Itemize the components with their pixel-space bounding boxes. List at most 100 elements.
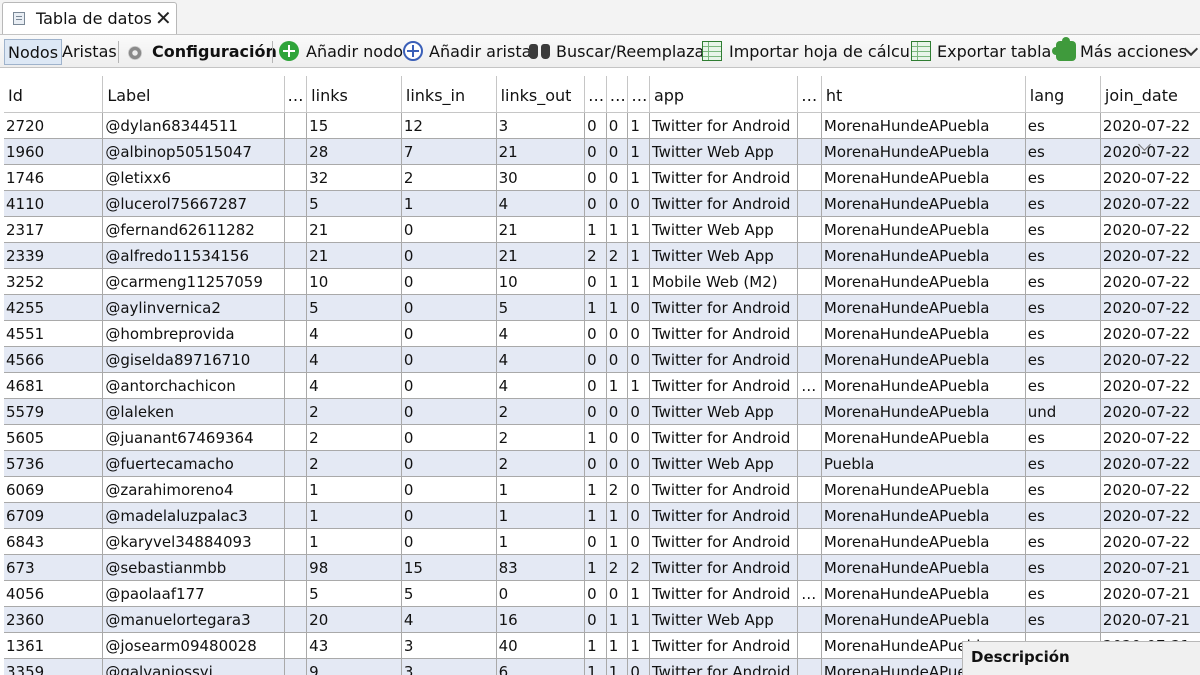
- table-cell[interactable]: @karyvel34884093: [102, 528, 285, 555]
- table-cell[interactable]: 0: [627, 190, 650, 217]
- table-cell[interactable]: @antorchachicon: [102, 372, 285, 399]
- table-cell[interactable]: 15: [401, 554, 497, 581]
- table-cell[interactable]: 0: [627, 658, 650, 675]
- table-cell[interactable]: 1: [627, 632, 650, 659]
- table-cell[interactable]: Twitter for Android: [649, 528, 799, 555]
- table-cell[interactable]: Twitter for Android: [649, 554, 799, 581]
- table-cell[interactable]: Twitter for Android: [649, 320, 799, 347]
- table-cell[interactable]: Twitter for Android: [649, 346, 799, 373]
- table-cell[interactable]: [797, 164, 822, 191]
- table-cell[interactable]: @manuelortegara3: [102, 606, 285, 633]
- table-cell[interactable]: 0: [627, 346, 650, 373]
- table-cell[interactable]: MorenaHundeAPuebla: [821, 164, 1026, 191]
- table-cell[interactable]: 1: [306, 502, 402, 529]
- table-cell[interactable]: 0: [584, 606, 607, 633]
- table-cell[interactable]: 2: [606, 476, 629, 503]
- table-cell[interactable]: [284, 424, 308, 451]
- table-cell[interactable]: …: [797, 580, 822, 607]
- table-cell[interactable]: MorenaHundeAPuebla: [821, 502, 1026, 529]
- table-cell[interactable]: 1: [627, 112, 650, 139]
- table-cell[interactable]: 1: [584, 632, 607, 659]
- table-cell[interactable]: 0: [584, 320, 607, 347]
- table-cell[interactable]: 20: [306, 606, 402, 633]
- table-cell[interactable]: 0: [584, 372, 607, 399]
- table-cell[interactable]: 28: [306, 138, 402, 165]
- table-cell[interactable]: 1: [606, 216, 629, 243]
- table-cell[interactable]: 1: [627, 138, 650, 165]
- table-cell[interactable]: MorenaHundeAPuebla: [821, 580, 1026, 607]
- table-cell[interactable]: 1: [606, 658, 629, 675]
- table-cell[interactable]: Twitter Web App: [649, 606, 799, 633]
- table-cell[interactable]: 2020-07-22: [1100, 450, 1200, 477]
- column-header[interactable]: Id: [4, 76, 104, 113]
- table-cell[interactable]: Twitter for Android: [649, 632, 799, 659]
- table-cell[interactable]: [797, 320, 822, 347]
- table-cell[interactable]: 2020-07-22: [1100, 190, 1200, 217]
- table-cell[interactable]: 0: [606, 346, 629, 373]
- table-cell[interactable]: 1: [606, 502, 629, 529]
- table-cell[interactable]: 21: [306, 242, 402, 269]
- table-cell[interactable]: 2020-07-22: [1100, 398, 1200, 425]
- table-cell[interactable]: 3: [401, 632, 497, 659]
- table-cell[interactable]: 0: [584, 398, 607, 425]
- table-cell[interactable]: 2: [306, 450, 402, 477]
- table-cell[interactable]: 0: [584, 138, 607, 165]
- table-cell[interactable]: 4551: [4, 320, 104, 347]
- table-cell[interactable]: @dylan68344511: [102, 112, 285, 139]
- table-cell[interactable]: 98: [306, 554, 402, 581]
- table-cell[interactable]: 1: [496, 476, 586, 503]
- table-cell[interactable]: 5: [496, 294, 586, 321]
- table-cell[interactable]: 0: [401, 372, 497, 399]
- table-row[interactable]: 673 @sebastianmbb 98 15 83 1 2 2 Twitter for And…: [4, 554, 1200, 581]
- close-icon[interactable]: ✕: [155, 6, 172, 30]
- table-cell[interactable]: 0: [606, 398, 629, 425]
- table-cell[interactable]: [797, 242, 822, 269]
- table-cell[interactable]: [284, 580, 308, 607]
- table-cell[interactable]: 0: [606, 112, 629, 139]
- table-cell[interactable]: 1: [306, 528, 402, 555]
- table-cell[interactable]: [797, 398, 822, 425]
- table-cell[interactable]: 3359: [4, 658, 104, 675]
- table-cell[interactable]: 0: [401, 502, 497, 529]
- table-cell[interactable]: MorenaHundeAPuebla: [821, 606, 1026, 633]
- table-cell[interactable]: 4056: [4, 580, 104, 607]
- table-cell[interactable]: 2020-07-22: [1100, 476, 1200, 503]
- column-header[interactable]: …: [284, 76, 308, 113]
- table-cell[interactable]: 0: [606, 164, 629, 191]
- table-cell[interactable]: Twitter for Android: [649, 424, 799, 451]
- table-cell[interactable]: es: [1025, 372, 1101, 399]
- table-cell[interactable]: 0: [401, 398, 497, 425]
- export-table-button[interactable]: Exportar tabla: [937, 35, 1051, 68]
- table-cell[interactable]: 12: [401, 112, 497, 139]
- table-cell[interactable]: 1: [584, 658, 607, 675]
- configuration-button[interactable]: Configuración: [152, 35, 277, 68]
- table-cell[interactable]: 4: [496, 372, 586, 399]
- spreadsheet-import-icon[interactable]: [702, 41, 722, 61]
- table-cell[interactable]: 1: [496, 528, 586, 555]
- table-cell[interactable]: [797, 346, 822, 373]
- table-cell[interactable]: 4566: [4, 346, 104, 373]
- table-cell[interactable]: 3: [401, 658, 497, 675]
- table-cell[interactable]: MorenaHundeAPuebla: [821, 372, 1026, 399]
- table-cell[interactable]: 0: [401, 528, 497, 555]
- table-cell[interactable]: 4: [496, 320, 586, 347]
- table-cell[interactable]: Twitter for Android: [649, 164, 799, 191]
- table-row[interactable]: 2339 @alfredo11534156 21 0 21 2 2 1 Twitter Web …: [4, 242, 1200, 269]
- table-cell[interactable]: 6843: [4, 528, 104, 555]
- table-row[interactable]: 6843 @karyvel34884093 1 0 1 0 1 0 Twitter for An…: [4, 528, 1200, 555]
- table-cell[interactable]: 2: [627, 554, 650, 581]
- import-spreadsheet-button[interactable]: Importar hoja de cálculo: [729, 35, 924, 68]
- table-cell[interactable]: 2360: [4, 606, 104, 633]
- table-cell[interactable]: [284, 476, 308, 503]
- add-node-button[interactable]: Añadir nodo: [306, 35, 403, 68]
- table-cell[interactable]: 10: [306, 268, 402, 295]
- column-header[interactable]: app: [649, 76, 799, 113]
- table-cell[interactable]: 2020-07-22: [1100, 372, 1200, 399]
- table-cell[interactable]: @giselda89716710: [102, 346, 285, 373]
- table-cell[interactable]: es: [1025, 294, 1101, 321]
- table-cell[interactable]: [797, 450, 822, 477]
- table-cell[interactable]: 2020-07-22: [1100, 216, 1200, 243]
- table-cell[interactable]: 2020-07-22: [1100, 242, 1200, 269]
- table-cell[interactable]: Puebla: [821, 450, 1026, 477]
- table-cell[interactable]: 6: [496, 658, 586, 675]
